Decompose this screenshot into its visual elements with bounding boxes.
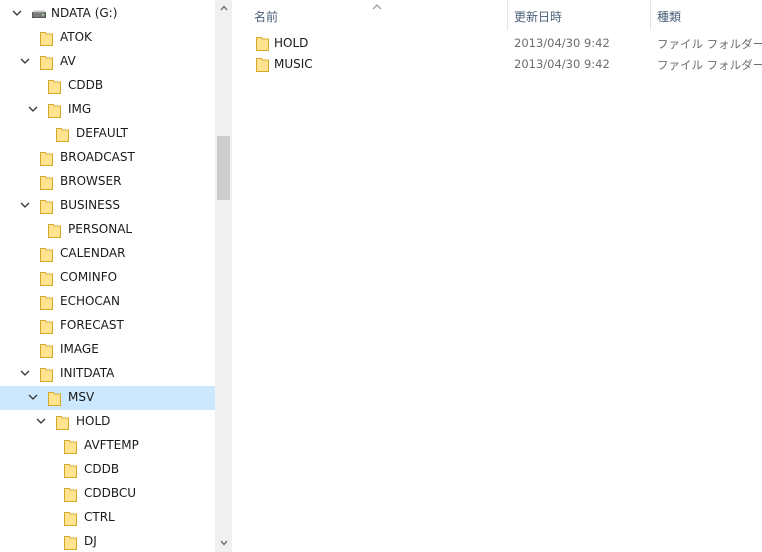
column-header-modified[interactable]: 更新日時 bbox=[514, 0, 562, 30]
tree-item[interactable]: COMINFO bbox=[0, 266, 215, 290]
tree-item-label: BROWSER bbox=[60, 174, 122, 188]
tree-item[interactable]: ECHOCAN bbox=[0, 290, 215, 314]
folder-icon bbox=[64, 463, 77, 478]
tree-item-label: BUSINESS bbox=[60, 198, 120, 212]
folder-icon bbox=[40, 151, 53, 166]
chevron-down-icon[interactable] bbox=[19, 366, 31, 380]
tree-item-label: CDDB bbox=[68, 78, 104, 92]
tree-item[interactable]: DJ bbox=[0, 530, 215, 552]
folder-icon bbox=[64, 487, 77, 502]
tree-item[interactable]: ATOK bbox=[0, 26, 215, 50]
column-header-name[interactable]: 名前 bbox=[254, 0, 278, 30]
scroll-thumb[interactable] bbox=[217, 136, 230, 200]
tree-item-label: ECHOCAN bbox=[60, 294, 120, 308]
folder-icon bbox=[64, 535, 77, 550]
tree-item-label: CDDB bbox=[84, 462, 120, 476]
file-list-pane: 名前 更新日時 種類 HOLD 2013/04/30 9:42 ファイル フォル… bbox=[232, 0, 762, 552]
tree-item-label: CTRL bbox=[84, 510, 115, 524]
tree-item[interactable]: BUSINESS bbox=[0, 194, 215, 218]
tree-item-label: HOLD bbox=[76, 414, 111, 428]
folder-icon bbox=[40, 247, 53, 262]
tree-item-label: DJ bbox=[84, 534, 97, 548]
scroll-down-arrow-icon[interactable] bbox=[215, 535, 232, 552]
tree-item[interactable]: MSV bbox=[0, 386, 215, 410]
folder-icon bbox=[48, 79, 61, 94]
tree-item[interactable]: IMAGE bbox=[0, 338, 215, 362]
file-name: MUSIC bbox=[274, 57, 313, 71]
tree-item-label: IMAGE bbox=[60, 342, 99, 356]
folder-icon bbox=[256, 36, 269, 51]
tree-item-label: INITDATA bbox=[60, 366, 115, 380]
folder-icon bbox=[40, 271, 53, 286]
tree-item[interactable]: CDDB bbox=[0, 458, 215, 482]
folder-icon bbox=[40, 199, 53, 214]
folder-icon bbox=[256, 57, 269, 72]
folder-icon bbox=[40, 343, 53, 358]
folder-icon bbox=[40, 367, 53, 382]
file-type: ファイル フォルダー bbox=[657, 37, 762, 51]
folder-icon bbox=[40, 31, 53, 46]
tree-item-label: MSV bbox=[68, 390, 95, 404]
tree-item[interactable]: CTRL bbox=[0, 506, 215, 530]
tree-item[interactable]: INITDATA bbox=[0, 362, 215, 386]
tree-item-label: DEFAULT bbox=[76, 126, 128, 140]
tree-item-label: NDATA (G:) bbox=[51, 6, 118, 20]
tree-item-label: CDDBCU bbox=[84, 486, 137, 500]
chevron-down-icon[interactable] bbox=[19, 198, 31, 212]
file-row[interactable]: HOLD 2013/04/30 9:42 ファイル フォルダー bbox=[232, 33, 762, 54]
tree-item-label: BROADCAST bbox=[60, 150, 135, 164]
navigation-pane: NDATA (G:) ATOK AV CDDB IMG DEFAULT BROADCAST… bbox=[0, 0, 215, 552]
column-divider[interactable] bbox=[507, 0, 508, 30]
tree-item[interactable]: BROADCAST bbox=[0, 146, 215, 170]
tree-item[interactable]: BROWSER bbox=[0, 170, 215, 194]
chevron-down-icon[interactable] bbox=[19, 54, 31, 68]
tree-item-label: CALENDAR bbox=[60, 246, 126, 260]
folder-icon bbox=[48, 391, 61, 406]
chevron-down-icon[interactable] bbox=[27, 102, 39, 116]
tree-item[interactable]: CDDB bbox=[0, 74, 215, 98]
tree-scrollbar[interactable] bbox=[215, 0, 232, 552]
column-header-type[interactable]: 種類 bbox=[657, 0, 681, 30]
tree-item[interactable]: CDDBCU bbox=[0, 482, 215, 506]
tree-item[interactable]: PERSONAL bbox=[0, 218, 215, 242]
tree-item-label: AV bbox=[60, 54, 76, 68]
tree-item-label: AVFTEMP bbox=[84, 438, 139, 452]
folder-icon bbox=[40, 295, 53, 310]
tree-item-label: IMG bbox=[68, 102, 92, 116]
chevron-down-icon[interactable] bbox=[27, 390, 39, 404]
folder-icon bbox=[48, 223, 61, 238]
tree-item-label: FORECAST bbox=[60, 318, 124, 332]
file-type: ファイル フォルダー bbox=[657, 58, 762, 72]
tree-item-label: COMINFO bbox=[60, 270, 118, 284]
tree-item-label: PERSONAL bbox=[68, 222, 133, 236]
file-row[interactable]: MUSIC 2013/04/30 9:42 ファイル フォルダー bbox=[232, 54, 762, 75]
tree-item[interactable]: CALENDAR bbox=[0, 242, 215, 266]
scroll-up-arrow-icon[interactable] bbox=[215, 0, 232, 17]
folder-icon bbox=[40, 175, 53, 190]
tree-item[interactable]: HOLD bbox=[0, 410, 215, 434]
sort-up-icon bbox=[371, 0, 383, 14]
file-modified: 2013/04/30 9:42 bbox=[514, 57, 610, 71]
tree-item-label: ATOK bbox=[60, 30, 92, 44]
folder-icon bbox=[48, 103, 61, 118]
folder-icon bbox=[56, 415, 69, 430]
chevron-down-icon[interactable] bbox=[11, 6, 23, 20]
tree-item[interactable]: AV bbox=[0, 50, 215, 74]
tree-item[interactable]: AVFTEMP bbox=[0, 434, 215, 458]
folder-icon bbox=[64, 511, 77, 526]
file-name: HOLD bbox=[274, 36, 309, 50]
folder-icon bbox=[56, 127, 69, 142]
folder-icon bbox=[64, 439, 77, 454]
tree-item[interactable]: DEFAULT bbox=[0, 122, 215, 146]
tree-item-drive[interactable]: NDATA (G:) bbox=[0, 2, 215, 26]
chevron-down-icon[interactable] bbox=[35, 414, 47, 428]
tree-item[interactable]: FORECAST bbox=[0, 314, 215, 338]
drive-icon bbox=[32, 9, 46, 19]
folder-icon bbox=[40, 55, 53, 70]
tree-item[interactable]: IMG bbox=[0, 98, 215, 122]
file-modified: 2013/04/30 9:42 bbox=[514, 36, 610, 50]
folder-icon bbox=[40, 319, 53, 334]
column-divider[interactable] bbox=[650, 0, 651, 30]
